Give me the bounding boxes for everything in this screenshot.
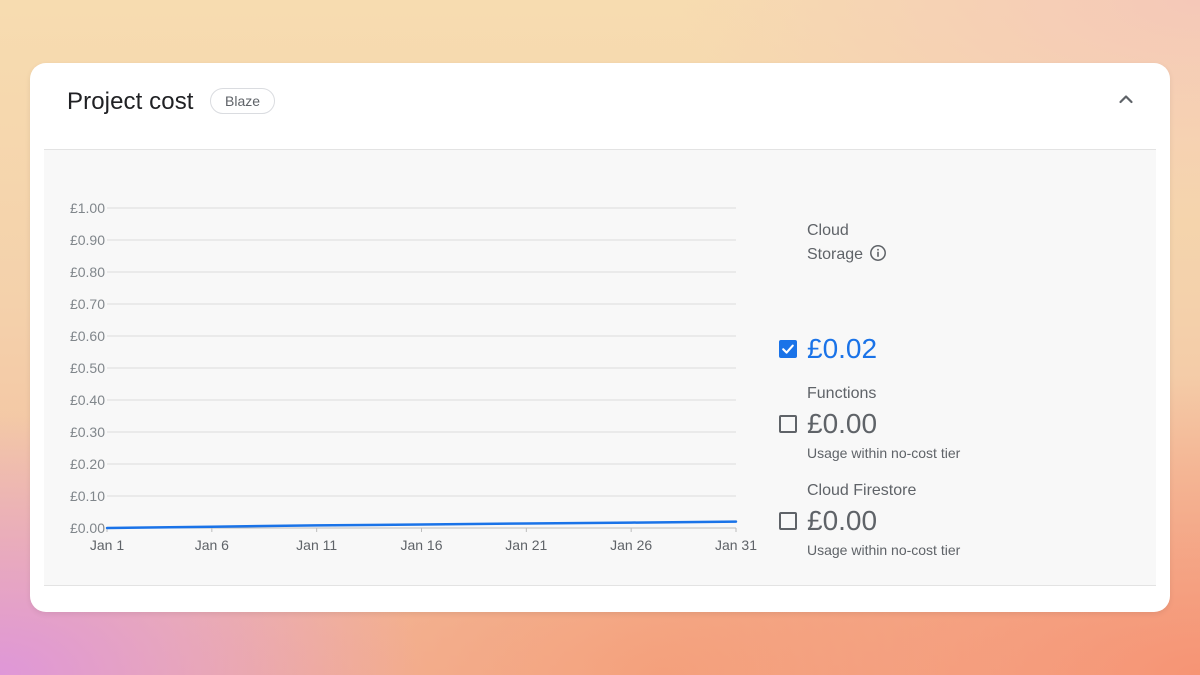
y-tick-label: £0.20 [70,456,105,472]
functions-amount: £0.00 [807,408,878,439]
x-tick-label: Jan 11 [296,537,337,553]
x-tick-label: Jan 1 [90,537,124,553]
y-tick-label: £0.70 [70,296,105,312]
firestore-amount: £0.00 [807,505,878,536]
x-tick-label: Jan 21 [505,537,547,553]
y-tick-label: £0.90 [70,232,105,248]
product-name-storage: Storage [807,243,887,267]
project-cost-card: Project cost Blaze £0.00 £0.10 £0.20 £0.30 £… [30,63,1170,612]
card-header: Project cost Blaze [30,63,1170,149]
chevron-up-icon [1119,95,1133,104]
product-name-firestore: Cloud Firestore [807,482,917,499]
series-line-0 [105,520,738,530]
y-tick-label: £0.10 [70,488,105,504]
cost-line-chart: £0.00 £0.10 £0.20 £0.30 £0.40 £0.50 £0.60 £0.70… [70,200,757,553]
firestore-note: Usage within no-cost tier [807,542,961,558]
card-title: Project cost [67,88,194,115]
y-tick-label: £1.00 [70,200,105,216]
functions-checkbox[interactable] [779,415,797,433]
cloud-storage-checkbox[interactable] [779,340,797,358]
y-tick-label: £0.00 [70,520,105,536]
y-tick-label: £0.40 [70,392,105,408]
y-tick-label: £0.50 [70,360,105,376]
x-tick-label: Jan 6 [195,537,229,553]
product-name-cloud: Cloud [807,222,849,239]
cost-panel: £0.00 £0.10 £0.20 £0.30 £0.40 £0.50 £0.60 £0.70… [44,149,1156,586]
x-tick-label: Jan 26 [610,537,652,553]
y-tick-label: £0.30 [70,424,105,440]
info-circle-icon[interactable] [869,244,887,262]
x-tick-label: Jan 16 [400,537,442,553]
x-tick-label: Jan 31 [715,537,757,553]
checkmark-icon [782,344,794,354]
product-name-storage-text: Storage [807,246,864,263]
functions-note: Usage within no-cost tier [807,445,961,461]
y-tick-label: £0.60 [70,328,105,344]
plan-badge: Blaze [210,88,276,114]
firestore-checkbox[interactable] [779,512,797,530]
y-tick-label: £0.80 [70,264,105,280]
cloud-storage-amount: £0.02 [807,333,878,364]
product-name-functions: Functions [807,385,877,402]
collapse-button[interactable] [1112,85,1140,113]
